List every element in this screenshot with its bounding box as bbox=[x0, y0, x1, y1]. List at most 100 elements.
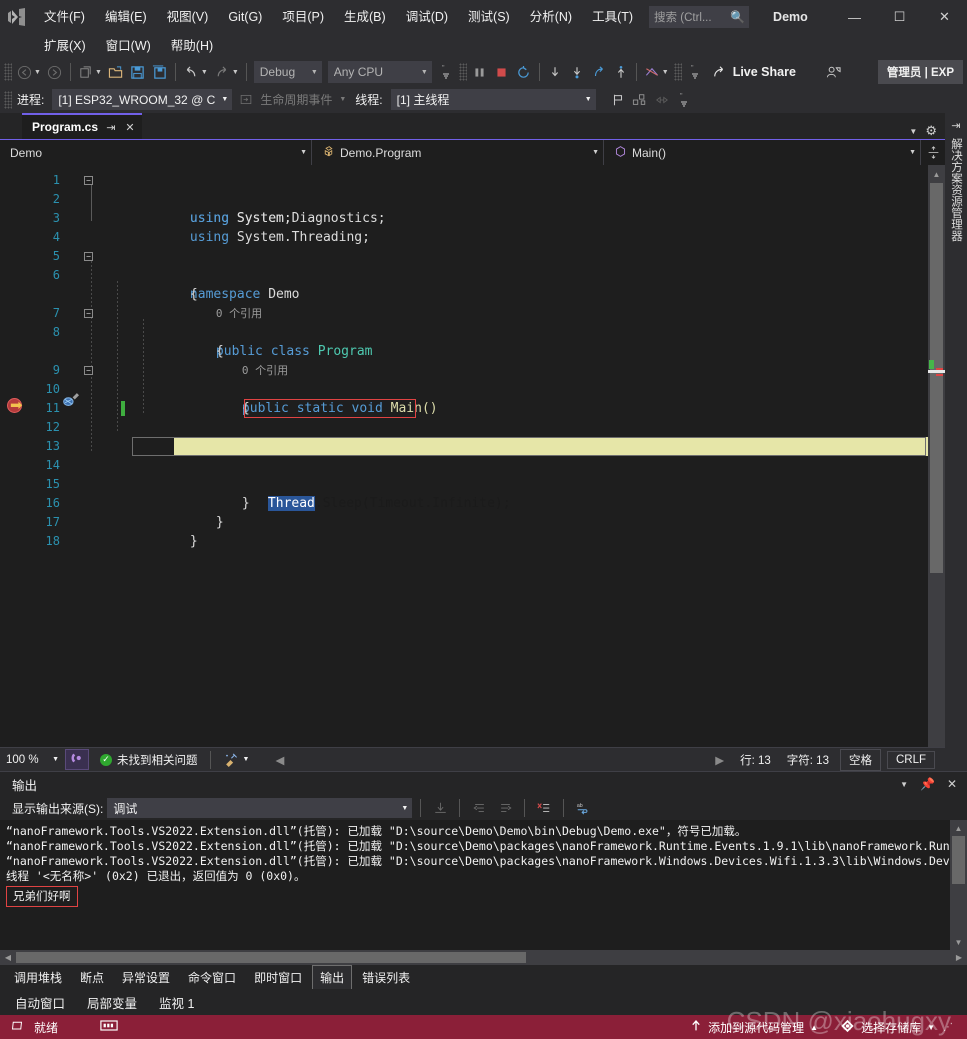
go-to-previous-message-icon[interactable] bbox=[468, 796, 490, 820]
step-over-icon[interactable] bbox=[566, 60, 588, 84]
toolbar-grip[interactable] bbox=[4, 63, 12, 81]
tab-watch-1[interactable]: 监视 1 bbox=[150, 989, 203, 1016]
chevron-down-icon[interactable]: ▼ bbox=[927, 1023, 935, 1032]
fold-toggle-icon[interactable]: − bbox=[84, 309, 93, 318]
codelens-class[interactable]: 0 个引用 bbox=[64, 285, 928, 320]
restart-icon[interactable] bbox=[513, 60, 535, 84]
tab-list-dropdown-icon[interactable]: ▼ bbox=[909, 127, 917, 136]
menu-window[interactable]: 窗口(W) bbox=[96, 34, 161, 58]
editor-vertical-scrollbar[interactable]: ▲ bbox=[928, 165, 945, 747]
toolbar-overflow-icon-2[interactable]: " bbox=[684, 60, 706, 84]
navbar-type-combo[interactable]: Demo.Program ▼ bbox=[312, 140, 604, 165]
lifecycle-events-icon[interactable] bbox=[235, 88, 257, 112]
lifecycle-dropdown-icon[interactable]: ▼ bbox=[339, 96, 346, 103]
save-icon[interactable] bbox=[127, 60, 149, 84]
code-editor[interactable]: ➡ 1 2 3 4 5 6 7 8 9 10 11 12 13 14 15 16… bbox=[0, 165, 945, 747]
menu-test[interactable]: 测试(S) bbox=[458, 5, 520, 29]
account-manager-icon[interactable] bbox=[822, 60, 845, 84]
select-repository-button[interactable]: 选择存储库 ▼ bbox=[840, 1019, 935, 1036]
scrollbar-thumb[interactable] bbox=[952, 836, 965, 884]
pin-icon[interactable]: ⇥ bbox=[105, 121, 117, 134]
scroll-up-arrow-icon[interactable]: ▲ bbox=[950, 821, 967, 835]
zoom-level-combo[interactable]: 100 % ▼ bbox=[0, 750, 62, 770]
chevron-up-icon[interactable]: ▲ bbox=[810, 1023, 818, 1032]
step-out-icon[interactable] bbox=[588, 60, 610, 84]
find-message-icon[interactable] bbox=[429, 796, 451, 820]
line-ending-mode[interactable]: CRLF bbox=[886, 750, 935, 769]
debug-overflow-icon[interactable]: " bbox=[673, 88, 695, 112]
menu-debug[interactable]: 调试(D) bbox=[396, 5, 458, 29]
intellicode-icon[interactable] bbox=[65, 749, 89, 770]
menu-tools[interactable]: 工具(T) bbox=[582, 5, 643, 29]
output-vertical-scrollbar[interactable]: ▲ ▼ bbox=[950, 820, 967, 950]
issues-status[interactable]: ✓ 未找到相关问题 bbox=[92, 752, 206, 768]
back-dropdown-icon[interactable]: ▼ bbox=[34, 69, 41, 76]
tab-call-stack[interactable]: 调用堆栈 bbox=[6, 965, 70, 990]
menu-extensions[interactable]: 扩展(X) bbox=[34, 34, 96, 58]
tab-program-cs[interactable]: Program.cs ⇥ ✕ bbox=[22, 113, 143, 139]
chevron-down-icon[interactable]: ▼ bbox=[243, 756, 250, 763]
debug-actions-wrench-icon[interactable] bbox=[62, 391, 79, 414]
menu-git[interactable]: Git(G) bbox=[218, 5, 272, 29]
scroll-left-arrow-icon[interactable]: ◀ bbox=[257, 753, 292, 767]
menu-analyze[interactable]: 分析(N) bbox=[520, 5, 582, 29]
parallel-stacks-icon[interactable] bbox=[629, 88, 651, 112]
clear-all-icon[interactable] bbox=[533, 796, 555, 820]
menu-view[interactable]: 视图(V) bbox=[157, 5, 219, 29]
scroll-down-arrow-icon[interactable]: ▼ bbox=[950, 935, 967, 949]
scroll-up-arrow-icon[interactable]: ▲ bbox=[928, 167, 945, 181]
flag-icon[interactable] bbox=[607, 88, 629, 112]
undo-dropdown-icon[interactable]: ▼ bbox=[201, 69, 208, 76]
pin-icon[interactable]: ⇥ bbox=[951, 119, 960, 132]
go-to-next-message-icon[interactable] bbox=[494, 796, 516, 820]
thread-marker-icon[interactable] bbox=[651, 88, 673, 112]
search-input[interactable]: 搜索 (Ctrl... 🔍 bbox=[649, 6, 750, 28]
tab-command-window[interactable]: 命令窗口 bbox=[180, 965, 244, 990]
indentation-mode[interactable]: 空格 bbox=[839, 748, 881, 771]
menu-file[interactable]: 文件(F) bbox=[34, 5, 95, 29]
redo-dropdown-icon[interactable]: ▼ bbox=[232, 69, 239, 76]
tab-error-list[interactable]: 错误列表 bbox=[354, 965, 418, 990]
new-project-dropdown-icon[interactable]: ▼ bbox=[95, 69, 102, 76]
save-all-icon[interactable] bbox=[149, 60, 171, 84]
menu-edit[interactable]: 编辑(E) bbox=[95, 5, 157, 29]
stop-debugging-icon[interactable] bbox=[491, 60, 513, 84]
scroll-right-arrow-icon[interactable]: ▶ bbox=[707, 753, 732, 767]
resize-grip-icon[interactable]: ⋰ bbox=[943, 1022, 953, 1033]
fold-toggle-icon[interactable]: − bbox=[84, 176, 93, 185]
toolbar-grip-3[interactable] bbox=[673, 63, 682, 81]
solution-platform-combo[interactable]: Any CPU ▼ bbox=[327, 61, 432, 83]
navigate-forward-icon[interactable] bbox=[44, 60, 66, 84]
scrollbar-thumb[interactable] bbox=[930, 183, 943, 573]
tab-immediate-window[interactable]: 即时窗口 bbox=[246, 965, 310, 990]
menu-project[interactable]: 项目(P) bbox=[272, 5, 334, 29]
output-horizontal-scrollbar[interactable]: ◀ ▶ bbox=[0, 950, 967, 965]
navbar-member-combo[interactable]: Main() ▼ bbox=[604, 140, 921, 165]
output-text-region[interactable]: “nanoFramework.Tools.VS2022.Extension.dl… bbox=[0, 820, 967, 950]
scroll-left-arrow-icon[interactable]: ◀ bbox=[1, 950, 15, 965]
process-combo[interactable]: [1] ESP32_WROOM_32 @ COM ▼ bbox=[52, 89, 233, 110]
tab-output[interactable]: 输出 bbox=[312, 964, 353, 990]
toggle-word-wrap-icon[interactable]: ab bbox=[572, 796, 594, 820]
fold-toggle-icon[interactable]: − bbox=[84, 252, 93, 261]
navigate-back-icon[interactable]: ▼ bbox=[14, 60, 44, 84]
menu-help[interactable]: 帮助(H) bbox=[161, 34, 223, 58]
step-up-icon[interactable] bbox=[610, 60, 632, 84]
debug-row-grip[interactable] bbox=[4, 90, 12, 109]
tab-exception-settings[interactable]: 异常设置 bbox=[114, 965, 178, 990]
tab-locals[interactable]: 局部变量 bbox=[78, 989, 146, 1016]
fold-toggle-icon[interactable]: − bbox=[84, 366, 93, 375]
open-file-icon[interactable] bbox=[105, 60, 127, 84]
thread-combo[interactable]: [1] 主线程 ▼ bbox=[390, 89, 596, 110]
redo-icon[interactable]: ▼ bbox=[211, 60, 242, 84]
pause-icon[interactable] bbox=[469, 60, 491, 84]
close-button[interactable]: ✕ bbox=[922, 0, 967, 34]
menu-build[interactable]: 生成(B) bbox=[334, 5, 396, 29]
new-project-icon[interactable]: ▼ bbox=[75, 60, 105, 84]
close-icon[interactable]: ✕ bbox=[124, 121, 136, 134]
live-share-button[interactable]: Live Share bbox=[706, 60, 802, 84]
navbar-project-combo[interactable]: Demo ▼ bbox=[0, 140, 312, 165]
solution-explorer-tab[interactable]: 解决方案资源管理器 bbox=[946, 132, 966, 248]
output-source-combo[interactable]: 调试 ▼ bbox=[107, 798, 413, 818]
chevron-down-icon[interactable]: ▼ bbox=[900, 780, 908, 789]
